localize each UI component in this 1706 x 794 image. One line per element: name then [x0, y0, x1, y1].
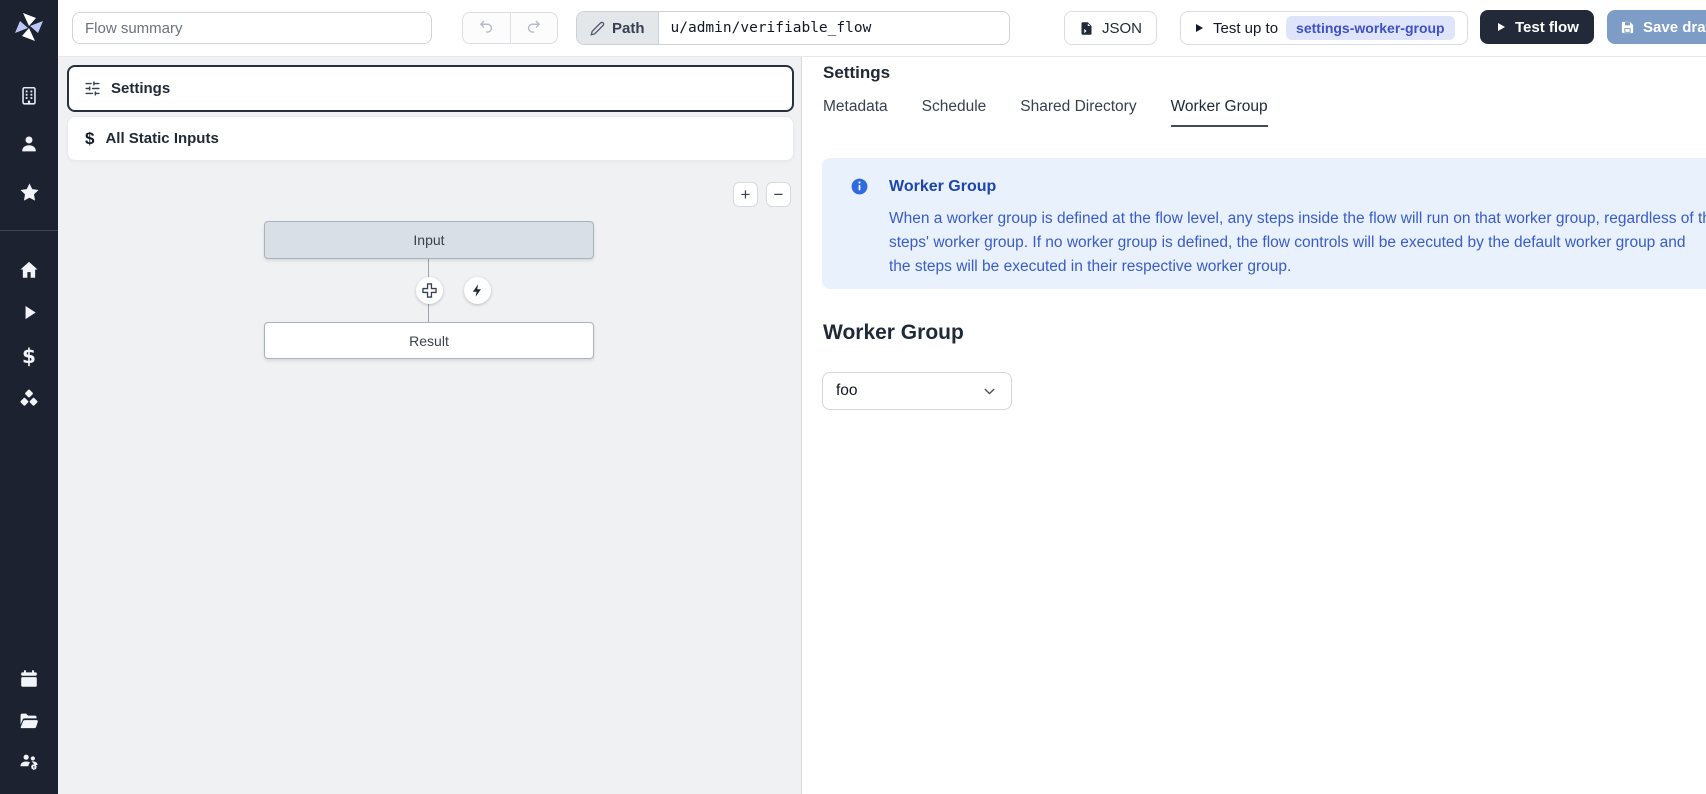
- favorites-star-icon[interactable]: [0, 181, 58, 204]
- left-nav-rail: $: [0, 0, 58, 794]
- groups-users-gear-icon[interactable]: [0, 750, 58, 773]
- info-box-body: When a worker group is defined at the fl…: [889, 207, 1706, 279]
- info-line-3: the steps will be executed in their resp…: [889, 255, 1706, 279]
- flow-settings-label: Settings: [111, 80, 170, 97]
- worker-group-info-box: Worker Group When a worker group is defi…: [822, 158, 1706, 289]
- info-line-2: steps' worker group. If no worker group …: [889, 231, 1706, 255]
- path-input[interactable]: [659, 12, 1009, 44]
- variables-dollar-icon[interactable]: $: [0, 345, 58, 367]
- redo-button[interactable]: [511, 13, 558, 43]
- runs-play-icon[interactable]: [0, 302, 58, 323]
- json-button-label: JSON: [1102, 20, 1142, 37]
- test-flow-button[interactable]: Test flow: [1480, 10, 1594, 44]
- all-static-inputs-button[interactable]: $ All Static Inputs: [67, 116, 794, 161]
- play-icon: [1193, 22, 1205, 34]
- resources-cubes-icon[interactable]: [0, 388, 58, 410]
- windmill-logo-icon[interactable]: [13, 11, 45, 43]
- test-up-to-label: Test up to: [1213, 20, 1278, 37]
- plus-outline-icon: [421, 282, 438, 299]
- worker-group-select[interactable]: foo: [822, 372, 1012, 410]
- settings-panel-title: Settings: [823, 63, 890, 83]
- zoom-in-button[interactable]: +: [733, 182, 758, 207]
- add-step-button[interactable]: [416, 277, 443, 304]
- flow-settings-button[interactable]: Settings: [67, 65, 794, 112]
- play-icon: [1495, 21, 1507, 33]
- settings-tabs: Metadata Schedule Shared Directory Worke…: [823, 98, 1268, 127]
- tab-schedule[interactable]: Schedule: [922, 98, 987, 127]
- tab-metadata[interactable]: Metadata: [823, 98, 888, 127]
- all-static-inputs-label: All Static Inputs: [105, 130, 218, 147]
- trigger-bolt-button[interactable]: [464, 277, 491, 304]
- dollar-icon: $: [85, 129, 94, 149]
- schedules-calendar-icon[interactable]: [0, 668, 58, 690]
- undo-redo-group: [462, 12, 558, 44]
- input-node[interactable]: Input: [264, 221, 594, 259]
- settings-panel: Settings Metadata Schedule Shared Direct…: [802, 57, 1706, 794]
- sliders-icon: [84, 80, 101, 97]
- minus-icon: −: [774, 186, 784, 203]
- result-node[interactable]: Result: [264, 322, 594, 359]
- input-node-label: Input: [413, 232, 444, 248]
- undo-button[interactable]: [463, 13, 511, 43]
- workspace-building-icon[interactable]: [0, 85, 58, 107]
- flow-summary-input[interactable]: [72, 12, 432, 44]
- tab-worker-group[interactable]: Worker Group: [1171, 98, 1268, 127]
- test-up-to-step-badge: settings-worker-group: [1286, 16, 1455, 40]
- plus-icon: +: [741, 186, 751, 203]
- edit-path-button[interactable]: Path: [577, 12, 659, 44]
- top-toolbar: Path JSON Test up to settings-worker-gro…: [58, 0, 1706, 57]
- rail-divider: [0, 230, 58, 231]
- folders-icon[interactable]: [0, 710, 58, 732]
- path-group: Path: [576, 11, 1010, 45]
- info-icon: [850, 177, 869, 196]
- save-icon: [1620, 20, 1635, 35]
- save-draft-label: Save draft: [1643, 19, 1706, 36]
- bolt-icon: [470, 283, 485, 298]
- json-button[interactable]: JSON: [1064, 11, 1157, 45]
- test-flow-label: Test flow: [1515, 19, 1579, 36]
- path-label: Path: [612, 20, 645, 37]
- flow-editor-panel: Settings $ All Static Inputs + − Input R…: [58, 57, 802, 794]
- info-line-1: When a worker group is defined at the fl…: [889, 207, 1706, 231]
- chevron-down-icon: [981, 383, 998, 400]
- home-icon[interactable]: [0, 259, 58, 281]
- zoom-out-button[interactable]: −: [766, 182, 791, 207]
- test-up-to-button[interactable]: Test up to settings-worker-group: [1180, 11, 1468, 45]
- user-icon[interactable]: [0, 133, 58, 155]
- worker-group-select-value: foo: [836, 382, 858, 400]
- result-node-label: Result: [409, 333, 449, 349]
- worker-group-section-title: Worker Group: [823, 321, 964, 345]
- pencil-icon: [590, 21, 605, 36]
- info-box-title: Worker Group: [889, 178, 996, 196]
- save-draft-button[interactable]: Save draft: [1607, 10, 1706, 44]
- file-json-icon: [1079, 21, 1094, 36]
- tab-shared-directory[interactable]: Shared Directory: [1020, 98, 1136, 127]
